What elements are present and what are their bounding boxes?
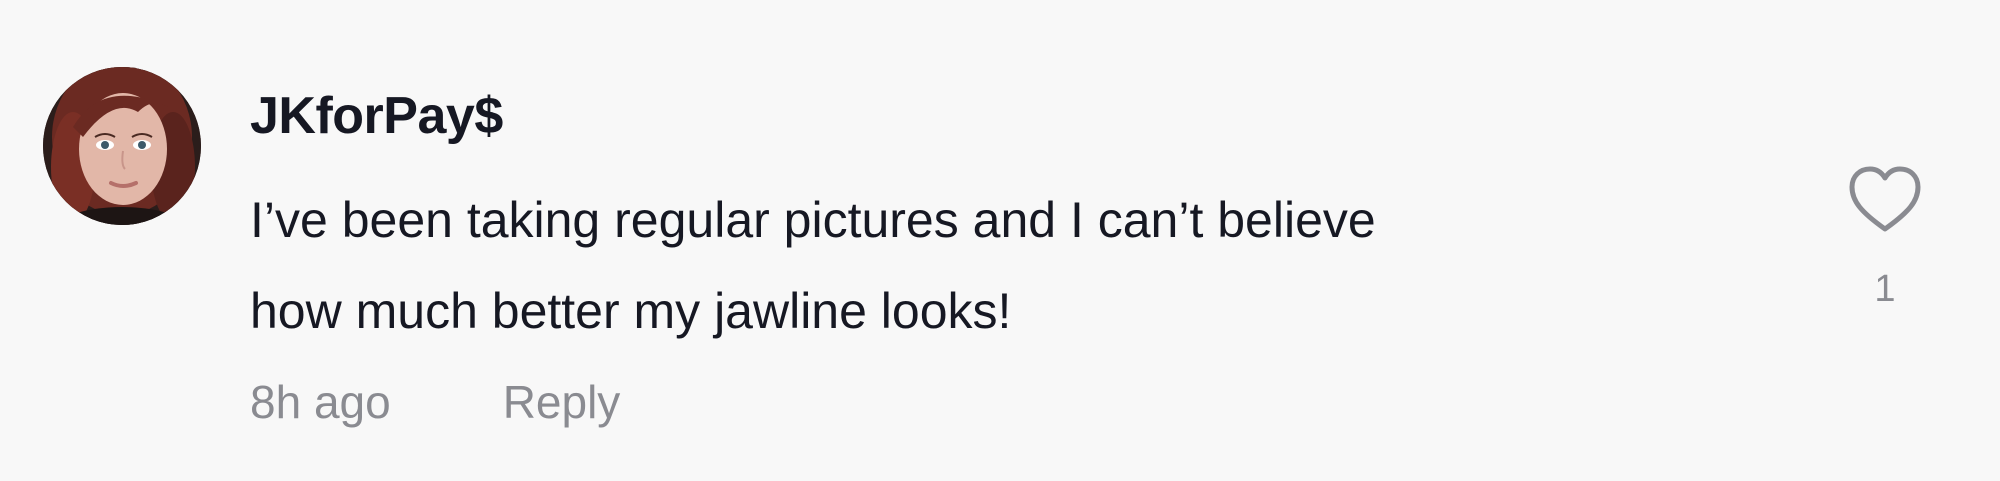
like-count: 1 <box>1874 268 1896 310</box>
username[interactable]: JKforPay$ <box>250 84 503 148</box>
heart-outline-icon <box>1849 166 1921 232</box>
comment-text-line: I’ve been taking regular pictures and I … <box>250 192 1376 248</box>
reply-button[interactable]: Reply <box>503 375 621 429</box>
avatar-photo <box>43 67 201 225</box>
like-section: 1 <box>1840 165 1930 309</box>
avatar[interactable] <box>43 67 201 225</box>
like-button[interactable] <box>1847 165 1923 235</box>
comment-item: JKforPay$ I’ve been taking regular pictu… <box>0 0 2000 481</box>
comment-text: I’ve been taking regular pictures and I … <box>250 175 1750 357</box>
comment-meta: 8h ago Reply <box>250 372 620 432</box>
comment-text-line: how much better my jawline looks! <box>250 283 1012 339</box>
timestamp: 8h ago <box>250 376 391 428</box>
